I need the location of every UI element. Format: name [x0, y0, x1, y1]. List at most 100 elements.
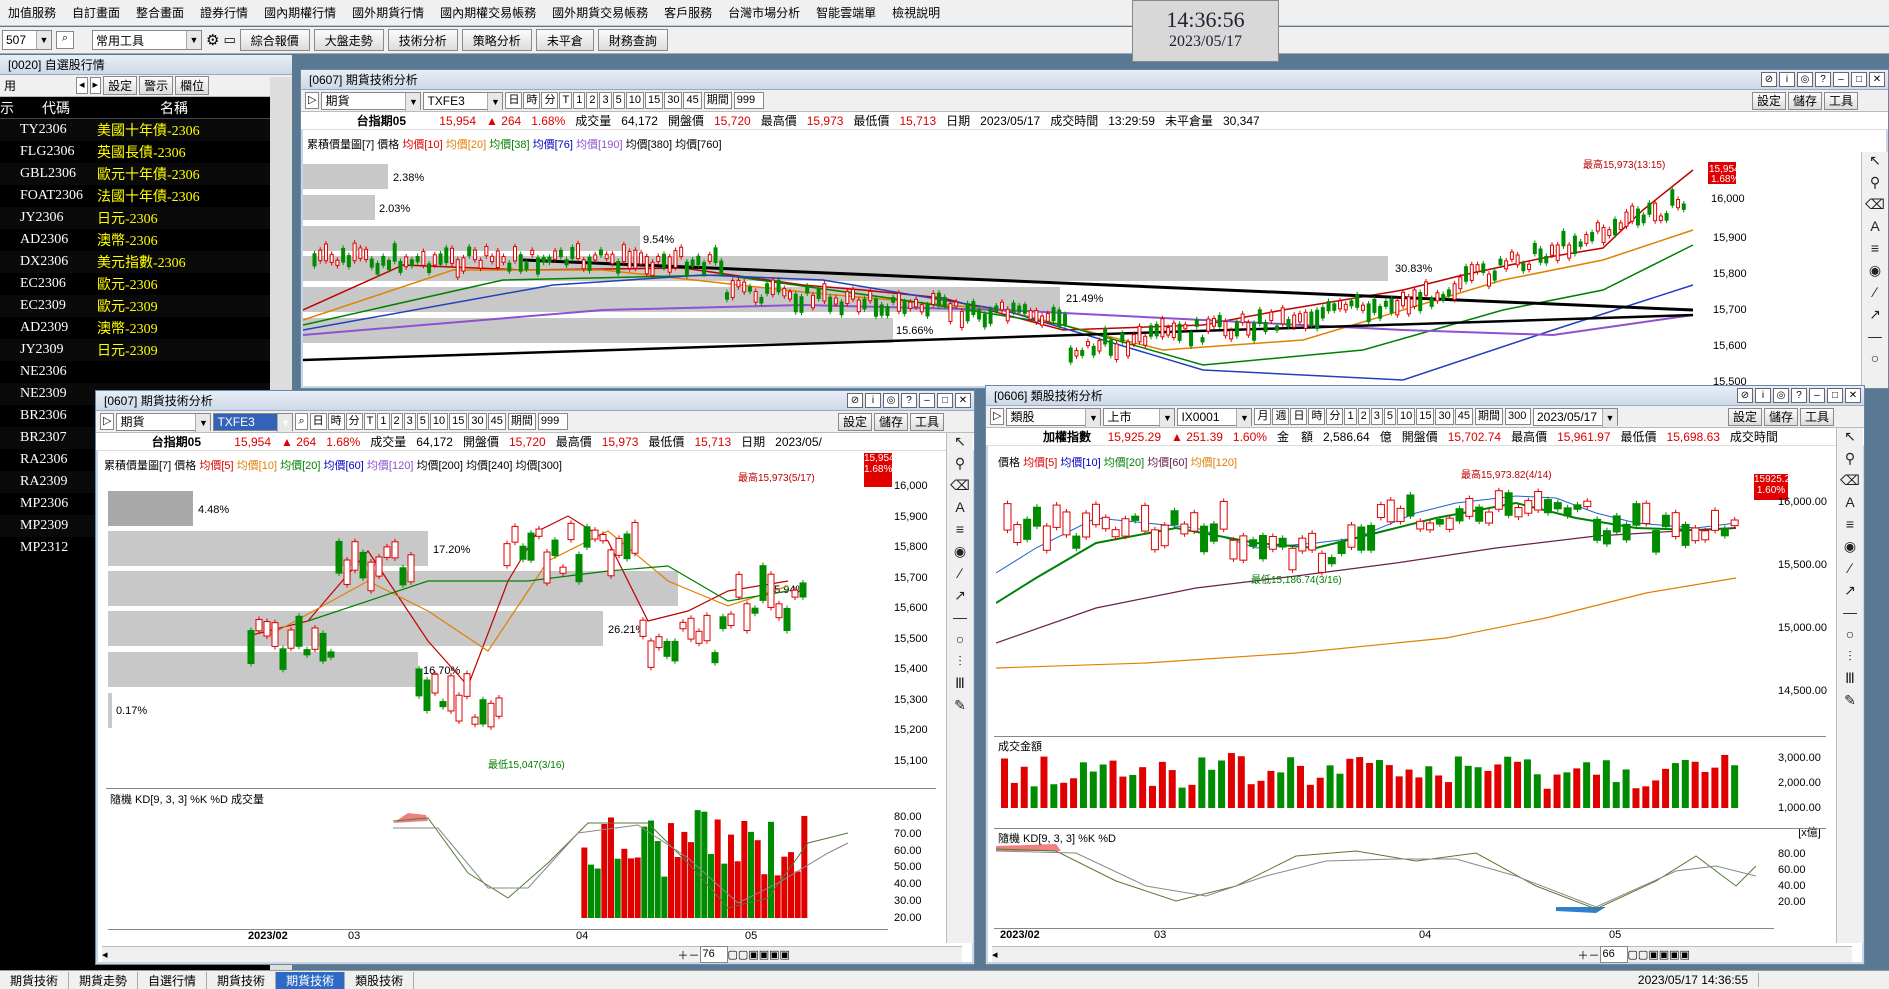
- hline-icon[interactable]: —: [1837, 604, 1863, 626]
- eye-icon[interactable]: ◉: [947, 543, 973, 565]
- period-button[interactable]: 15: [449, 413, 468, 430]
- menu-item[interactable]: 國內期權行情: [256, 4, 344, 21]
- watchlist-settings-button[interactable]: 設定: [103, 76, 138, 95]
- zoom-out-icon[interactable]: －: [1589, 947, 1600, 963]
- task-tab-active[interactable]: 期貨技術: [276, 971, 346, 989]
- period-button[interactable]: 3: [403, 413, 416, 430]
- help-icon[interactable]: ?: [901, 393, 917, 408]
- period-button[interactable]: 日: [505, 92, 523, 109]
- settings-button[interactable]: 設定: [837, 412, 872, 431]
- save-button[interactable]: 儲存: [1787, 91, 1822, 110]
- period-button[interactable]: T: [363, 413, 377, 430]
- period-button[interactable]: 30: [1435, 408, 1454, 425]
- period-button[interactable]: 45: [1454, 408, 1473, 425]
- period-button[interactable]: 時: [327, 413, 345, 430]
- cursor-icon[interactable]: ↖: [947, 433, 973, 455]
- period-button[interactable]: 月: [1254, 408, 1272, 425]
- period-button[interactable]: 2: [586, 92, 599, 109]
- close-icon[interactable]: ✕: [955, 393, 971, 408]
- period-button[interactable]: 分: [541, 92, 559, 109]
- watchlist-row[interactable]: EC2309 歐元-2309: [0, 295, 292, 317]
- maximize-icon[interactable]: □: [937, 393, 953, 408]
- menu-item[interactable]: 自訂畫面: [64, 4, 128, 21]
- magic-wand-icon[interactable]: ⚲: [1837, 450, 1863, 472]
- toolbar-button[interactable]: 未平倉: [535, 29, 594, 51]
- watchlist-row[interactable]: TY2306 美國十年債-2306: [0, 119, 292, 141]
- watchlist-row[interactable]: FOAT2306 法國十年債-2306: [0, 185, 292, 207]
- period-button[interactable]: 10: [429, 413, 449, 430]
- magic-wand-icon[interactable]: ⚲: [1862, 174, 1888, 196]
- period-button[interactable]: 週: [1272, 408, 1290, 425]
- menu-item[interactable]: 客戶服務: [656, 4, 720, 21]
- col-header[interactable]: 示: [0, 98, 30, 118]
- minimize-icon[interactable]: –: [1833, 72, 1849, 87]
- scroll-left-icon[interactable]: ◂: [102, 948, 108, 961]
- period-button[interactable]: 45: [683, 92, 702, 109]
- task-tab[interactable]: 自選行情: [138, 971, 208, 989]
- period-button[interactable]: 1: [377, 413, 390, 430]
- pen-icon[interactable]: ✎: [1837, 692, 1863, 714]
- link-icon[interactable]: ⊘: [847, 393, 863, 408]
- hline-icon[interactable]: —: [1862, 328, 1888, 350]
- symbol-select[interactable]: TXFE3 ▼: [213, 412, 294, 432]
- market-select[interactable]: 期貨 ▼: [116, 412, 212, 432]
- watchlist-row[interactable]: GBL2306 歐元十年債-2306: [0, 163, 292, 185]
- arrow-tool-icon[interactable]: ↗: [1862, 306, 1888, 328]
- toolbar-button[interactable]: 大盤走勢: [313, 29, 384, 51]
- play-icon[interactable]: ▷: [990, 408, 1005, 425]
- circle-icon[interactable]: ○: [1862, 350, 1888, 372]
- minimize-icon[interactable]: –: [1809, 388, 1825, 403]
- toolbar-button[interactable]: 綜合報價: [239, 29, 310, 51]
- scroll-left-icon[interactable]: ◂: [992, 948, 998, 961]
- symbol-select[interactable]: TXFE3 ▼: [423, 91, 504, 111]
- lines-icon[interactable]: ≡: [1837, 516, 1863, 538]
- menu-item[interactable]: 台灣市場分析: [720, 4, 808, 21]
- help-icon[interactable]: ?: [1815, 72, 1831, 87]
- symbol-select[interactable]: IX0001 ▼: [1177, 407, 1253, 427]
- play-icon[interactable]: ▷: [100, 413, 115, 430]
- watchlist-row[interactable]: FLG2306 英國長債-2306: [0, 141, 292, 163]
- line-tool-icon[interactable]: ∕: [947, 565, 973, 587]
- hline-icon[interactable]: —: [947, 609, 973, 631]
- info-icon[interactable]: i: [1755, 388, 1771, 403]
- watchlist-row[interactable]: JY2309 日元-2309: [0, 339, 292, 361]
- lines-icon[interactable]: ≡: [1862, 240, 1888, 262]
- watchlist-row[interactable]: JY2306 日元-2306: [0, 207, 292, 229]
- save-button[interactable]: 儲存: [873, 412, 908, 431]
- text-icon[interactable]: A: [1862, 218, 1888, 240]
- period-button[interactable]: 日: [309, 413, 327, 430]
- close-icon[interactable]: ✕: [1869, 72, 1885, 87]
- bars-icon[interactable]: Ⅲ: [1837, 670, 1863, 692]
- period-button[interactable]: 2: [390, 413, 403, 430]
- window-icon[interactable]: ▭: [223, 32, 235, 48]
- watchlist-row[interactable]: AD2306 澳幣-2306: [0, 229, 292, 251]
- menu-item[interactable]: 證券行情: [192, 4, 256, 21]
- gear-icon[interactable]: ⚙: [206, 31, 219, 49]
- maximize-icon[interactable]: □: [1851, 72, 1867, 87]
- period-input[interactable]: 300: [1504, 408, 1531, 425]
- search-icon[interactable]: ⌕: [295, 413, 308, 430]
- exchange-select[interactable]: 上市 ▼: [1103, 407, 1176, 427]
- period-button[interactable]: 10: [625, 92, 644, 109]
- eraser-icon[interactable]: ⌫: [1837, 472, 1863, 494]
- close-icon[interactable]: ✕: [1845, 388, 1861, 403]
- maximize-icon[interactable]: □: [1827, 388, 1843, 403]
- pin-icon[interactable]: ◎: [883, 393, 899, 408]
- tools-button[interactable]: 工具: [1799, 407, 1834, 426]
- settings-button[interactable]: 設定: [1751, 91, 1786, 110]
- menu-item[interactable]: 智能雲端單: [808, 4, 884, 21]
- view-icon[interactable]: ▢▢▣▣▣▣: [728, 948, 790, 961]
- search-icon[interactable]: ⌕: [56, 31, 74, 49]
- period-button[interactable]: 時: [523, 92, 541, 109]
- task-tab[interactable]: 期貨技術: [0, 971, 70, 989]
- period-button[interactable]: 2: [1357, 408, 1370, 425]
- watchlist-row[interactable]: EC2306 歐元-2306: [0, 273, 292, 295]
- zoom-in-icon[interactable]: ＋: [1578, 947, 1589, 963]
- pin-icon[interactable]: ◎: [1797, 72, 1813, 87]
- menu-item[interactable]: 檢視說明: [884, 4, 948, 21]
- eye-icon[interactable]: ◉: [1862, 262, 1888, 284]
- period-button[interactable]: 分: [345, 413, 363, 430]
- fib-icon[interactable]: ⫶: [1837, 648, 1863, 670]
- tools-button[interactable]: 工具: [909, 412, 944, 431]
- lines-icon[interactable]: ≡: [947, 521, 973, 543]
